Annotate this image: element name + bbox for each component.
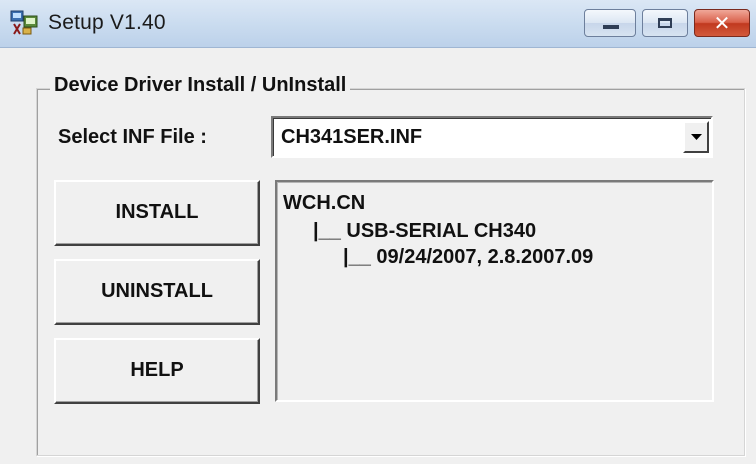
title-bar[interactable]: Setup V1.40 ✕ — [0, 0, 756, 48]
window-title: Setup V1.40 — [48, 11, 166, 34]
groupbox-title: Device Driver Install / UnInstall — [50, 74, 351, 97]
close-button[interactable]: ✕ — [694, 9, 750, 37]
chevron-down-icon — [691, 134, 702, 140]
help-button[interactable]: HELP — [54, 338, 260, 404]
uninstall-button[interactable]: UNINSTALL — [54, 259, 260, 325]
maximize-button[interactable] — [642, 9, 688, 37]
dropdown-button[interactable] — [683, 121, 709, 153]
info-line-device: |__ USB-SERIAL CH340 — [313, 220, 537, 242]
close-icon: ✕ — [713, 11, 731, 35]
minimize-button[interactable] — [584, 9, 636, 37]
driver-info-panel: WCH.CN |__ USB-SERIAL CH340 |__ 09/24/20… — [275, 180, 714, 402]
minimize-icon — [603, 25, 619, 29]
setup-app-icon — [10, 10, 38, 35]
inf-file-select[interactable]: CH341SER.INF — [271, 116, 713, 158]
inf-file-label: Select INF File : — [58, 126, 207, 148]
maximize-icon — [658, 18, 672, 28]
info-line-version: |__ 09/24/2007, 2.8.2007.09 — [343, 246, 594, 268]
inf-file-value: CH341SER.INF — [281, 126, 423, 148]
info-line-vendor: WCH.CN — [283, 192, 366, 214]
install-button[interactable]: INSTALL — [54, 180, 260, 246]
